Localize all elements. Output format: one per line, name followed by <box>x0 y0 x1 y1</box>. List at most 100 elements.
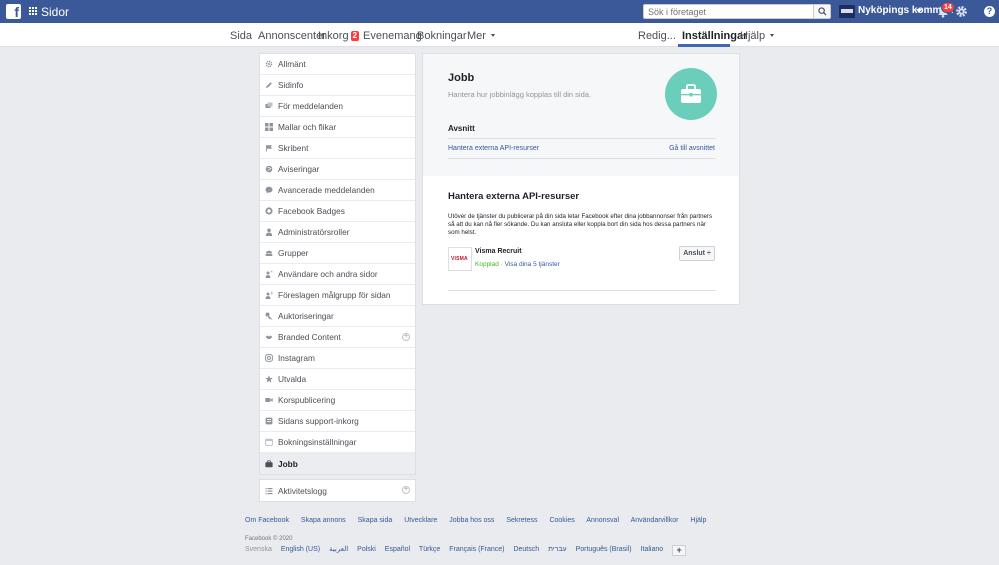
api-section-description: Utöver de tjänster du publicerar på din … <box>448 213 713 236</box>
section-link-api-resources[interactable]: Hantera externa API-resurser <box>448 145 539 152</box>
pages-grid-icon[interactable] <box>29 7 38 16</box>
sidebar-item-bokningsinstallningar[interactable]: Bokningsinställningar <box>260 432 415 453</box>
language-link[interactable]: Deutsch <box>513 546 539 553</box>
sidebar-item-administratorsroller[interactable]: Administratörsroller <box>260 222 415 243</box>
api-section-title: Hantera externa API-resurser <box>448 191 580 202</box>
sidebar-item-auktoriseringar[interactable]: Auktoriseringar <box>260 306 415 327</box>
sidebar-item-label: Jobb <box>278 458 298 469</box>
footer-link-sekretess[interactable]: Sekretess <box>506 517 537 524</box>
tab-annonscenter[interactable]: Annonscenter <box>258 30 326 42</box>
sidebar-item-avancerade-meddelanden[interactable]: Avancerade meddelanden <box>260 180 415 201</box>
person-star-icon <box>265 270 273 278</box>
sidebar-item-label: Facebook Badges <box>278 206 345 216</box>
language-link[interactable]: Italiano <box>641 546 664 553</box>
calendar-icon <box>265 438 273 446</box>
tab-inkorg[interactable]: Inkorg 2 <box>318 30 360 42</box>
footer-link-anvandarvillkor[interactable]: Användarvillkor <box>631 517 679 524</box>
divider <box>448 290 716 291</box>
globe-icon <box>265 165 273 173</box>
copyright: Facebook © 2020 <box>245 536 293 542</box>
language-link[interactable]: עברית <box>548 546 567 553</box>
page-description: Hantera hur jobbinlägg kopplas till din … <box>448 90 592 99</box>
sidebar-item-aktivitetslogg[interactable]: Aktivitetslogg + <box>260 480 415 501</box>
expand-plus-icon[interactable]: + <box>402 333 410 341</box>
sidebar-item-label: För meddelanden <box>278 101 344 111</box>
sidebar-item-label: Skribent <box>278 143 309 153</box>
tab-sida[interactable]: Sida <box>230 30 252 42</box>
language-link[interactable]: Türkçe <box>419 546 440 553</box>
connect-button[interactable]: Anslut ÷ <box>679 246 715 261</box>
partner-status: Kopplad <box>475 261 499 268</box>
page-avatar[interactable] <box>839 5 855 18</box>
language-link[interactable]: English (US) <box>281 546 320 553</box>
more-languages-button[interactable]: + <box>672 545 687 556</box>
sidebar-item-branded-content[interactable]: Branded Content + <box>260 327 415 348</box>
sections-heading: Avsnitt <box>448 124 475 133</box>
sidebar-item-label: Auktoriseringar <box>278 311 334 321</box>
language-link[interactable]: العربية <box>329 546 348 553</box>
handshake-icon <box>265 333 273 341</box>
language-link[interactable]: Polski <box>357 546 376 553</box>
sidebar-item-anvandare-och-andra-sidor[interactable]: Användare och andra sidor <box>260 264 415 285</box>
top-bar: f Sidor Nyköpings kommun 14 ? <box>0 0 999 23</box>
sidebar-item-korspublicering[interactable]: Korspublicering <box>260 390 415 411</box>
panel-header: Jobb Hantera hur jobbinlägg kopplas till… <box>423 54 739 176</box>
footer-links: Om Facebook Skapa annons Skapa sida Utve… <box>245 517 716 524</box>
search-input[interactable] <box>644 6 814 17</box>
badge-icon <box>265 207 273 215</box>
sidebar-item-instagram[interactable]: Instagram <box>260 348 415 369</box>
sidebar-item-skribent[interactable]: Skribent <box>260 138 415 159</box>
divider <box>448 138 716 139</box>
jobs-settings-panel: Jobb Hantera hur jobbinlägg kopplas till… <box>422 53 740 305</box>
sidebar-item-label: Grupper <box>278 248 309 258</box>
sidebar-item-aviseringar[interactable]: Aviseringar <box>260 159 415 180</box>
gear-icon[interactable] <box>955 5 968 18</box>
visma-logo-text: VISMA <box>451 256 468 262</box>
messages-icon <box>265 102 273 110</box>
language-link[interactable]: Français (France) <box>449 546 504 553</box>
sidebar-item-for-meddelanden[interactable]: För meddelanden <box>260 96 415 117</box>
active-tab-indicator <box>678 44 730 47</box>
chat-bubble-icon <box>265 186 273 194</box>
view-services-link[interactable]: Visa dina 5 tjänster <box>505 261 560 268</box>
inbox-badge: 2 <box>350 31 360 41</box>
chevron-down-icon[interactable] <box>916 9 922 13</box>
footer-link-cookies[interactable]: Cookies <box>549 517 574 524</box>
sidebar-item-label: Aviseringar <box>278 164 320 174</box>
tab-installningar[interactable]: Inställningar <box>682 30 747 42</box>
sidebar-item-support-inkorg[interactable]: Sidans support-inkorg <box>260 411 415 432</box>
sidebar-item-label: Korspublicering <box>278 395 336 405</box>
footer-link-hjalp[interactable]: Hjälp <box>690 517 706 524</box>
tab-hjalp[interactable]: Hjälp <box>740 30 775 42</box>
language-link[interactable]: Español <box>385 546 410 553</box>
footer-link-utvecklare[interactable]: Utvecklare <box>404 517 437 524</box>
tab-bokningar[interactable]: Bokningar <box>417 30 467 42</box>
sidebar-item-allmant[interactable]: Allmänt <box>260 54 415 75</box>
facebook-logo-icon[interactable]: f <box>6 4 21 19</box>
sidebar-item-utvalda[interactable]: Utvalda <box>260 369 415 390</box>
sidebar-item-grupper[interactable]: Grupper <box>260 243 415 264</box>
instagram-icon <box>265 354 273 362</box>
tab-mer[interactable]: Mer <box>467 30 495 42</box>
tab-redigera[interactable]: Redig... <box>638 30 676 42</box>
language-link[interactable]: Português (Brasil) <box>576 546 632 553</box>
pencil-icon <box>265 81 273 89</box>
sidebar-item-jobb[interactable]: Jobb <box>260 453 415 474</box>
footer-link-annonsval[interactable]: Annonsval <box>586 517 619 524</box>
sidebar-item-facebook-badges[interactable]: Facebook Badges <box>260 201 415 222</box>
sidebar-item-sidinfo[interactable]: Sidinfo <box>260 75 415 96</box>
search-button[interactable] <box>813 5 830 18</box>
footer-link-skapa-sida[interactable]: Skapa sida <box>358 517 393 524</box>
footer-link-skapa-annons[interactable]: Skapa annons <box>301 517 346 524</box>
sidebar-item-label: Branded Content <box>278 332 341 342</box>
footer-link-jobba-hos-oss[interactable]: Jobba hos oss <box>449 517 494 524</box>
sidebar-item-foreslagen-malgrupp[interactable]: Föreslagen målgrupp för sidan <box>260 285 415 306</box>
help-icon[interactable]: ? <box>984 6 995 17</box>
pages-link[interactable]: Sidor <box>41 5 69 19</box>
sidebar-item-mallar-och-flikar[interactable]: Mallar och flikar <box>260 117 415 138</box>
tab-evenemang[interactable]: Evenemang <box>363 30 422 42</box>
footer-link-om-facebook[interactable]: Om Facebook <box>245 517 289 524</box>
goto-section-link[interactable]: Gå till avsnittet <box>669 145 715 152</box>
divider <box>448 158 716 159</box>
expand-plus-icon[interactable]: + <box>402 486 410 494</box>
